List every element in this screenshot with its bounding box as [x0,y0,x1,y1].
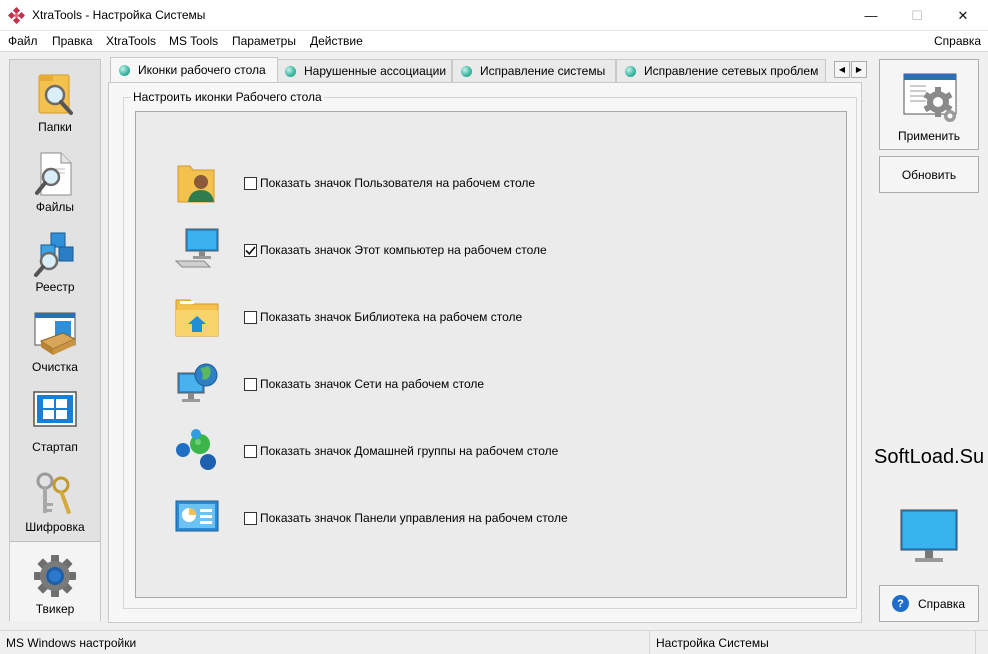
gear-icon [34,555,76,597]
menu-help[interactable]: Справка [934,34,981,48]
minimize-icon: — [864,8,878,23]
sidebar-item-label: Папки [38,120,72,134]
minimize-button[interactable]: — [848,0,894,31]
maximize-button[interactable]: ☐ [894,0,940,31]
option-row-library: Показать значок Библиотека на рабочем ст… [136,294,836,344]
status-bar: MS Windows настройки Настройка Системы [0,630,988,654]
tab-network-repair[interactable]: Исправление сетевых проблем [616,59,826,82]
menu-parameters[interactable]: Параметры [232,34,296,48]
tab-desktop-icons[interactable]: Иконки рабочего стола [110,57,278,82]
refresh-button[interactable]: Обновить [879,156,979,193]
tab-dot-icon [285,65,296,77]
close-icon: ✕ [957,7,969,23]
menu-ms-tools[interactable]: MS Tools [169,34,218,48]
apply-button-label: Применить [897,129,960,143]
monitor-icon [900,509,958,562]
checkbox-network[interactable] [244,378,257,391]
tab-control: Иконки рабочего стола Нарушенные ассоциа… [108,57,867,623]
option-row-homegroup: Показать значок Домашней группы на рабоч… [136,428,836,478]
folder-search-icon [38,74,73,115]
maximize-icon: ☐ [911,7,923,23]
windows-startup-icon [33,391,77,427]
status-left: MS Windows настройки [0,631,650,654]
sidebar: Папки Файлы Реестр Очистка Стартап Шифро… [9,59,101,621]
sidebar-item-folders[interactable]: Папки [10,60,100,140]
menu-action[interactable]: Действие [310,34,363,48]
network-globe-icon [177,363,218,402]
menu-file[interactable]: Файл [8,34,38,48]
tab-panel-desktop-icons: Настроить иконки Рабочего стола Показать… [108,82,862,623]
sidebar-item-label: Стартап [32,440,78,454]
sidebar-item-files[interactable]: Файлы [10,140,100,220]
sidebar-item-tweaker[interactable]: Твикер [10,541,100,621]
status-right: Настройка Системы [650,631,976,654]
user-folder-icon [177,165,215,203]
checkbox-label[interactable]: Показать значок Сети на рабочем столе [260,377,484,391]
sidebar-item-encryption[interactable]: Шифровка [10,460,100,540]
checkbox-label[interactable]: Показать значок Этот компьютер на рабоче… [260,243,547,257]
sidebar-item-label: Шифровка [25,520,85,534]
option-row-control-panel: Показать значок Панели управления на раб… [136,495,836,545]
keys-icon [36,472,72,515]
tab-label: Иконки рабочего стола [138,63,266,77]
tab-label: Исправление системы [480,64,606,78]
checkbox-homegroup[interactable] [244,445,257,458]
window-title: XtraTools - Настройка Системы [32,8,206,22]
control-panel-icon [175,500,219,532]
checkbox-control-panel[interactable] [244,512,257,525]
computer-icon [174,228,219,268]
arrow-right-icon: ▶ [855,65,863,74]
tab-scroll-right-button[interactable]: ▶ [851,61,867,78]
title-bar: XtraTools - Настройка Системы — ☐ ✕ [0,0,988,31]
sidebar-item-label: Очистка [32,360,78,374]
apply-button[interactable]: Применить [879,59,979,150]
menu-xtratools[interactable]: XtraTools [106,34,156,48]
help-button-label: Справка [918,597,966,611]
option-row-computer: Показать значок Этот компьютер на рабоче… [136,227,836,277]
tab-scroll-left-button[interactable]: ◀ [834,61,850,78]
menu-edit[interactable]: Правка [52,34,93,48]
option-row-network: Показать значок Сети на рабочем столе [136,361,836,411]
sidebar-item-startup[interactable]: Стартап [10,380,100,460]
sidebar-item-label: Файлы [35,200,75,214]
app-logo-icon [8,7,25,24]
help-icon: ? [892,595,909,612]
checkbox-library[interactable] [244,311,257,324]
file-search-icon [35,152,72,196]
option-row-user: Показать значок Пользователя на рабочем … [136,160,836,210]
group-title: Настроить иконки Рабочего стола [131,90,324,104]
check-mark-icon [245,246,256,255]
tab-dot-icon [461,65,472,77]
tab-label: Исправление сетевых проблем [644,64,819,78]
arrow-left-icon: ◀ [838,65,846,74]
checkbox-computer[interactable] [244,244,257,257]
tab-dot-icon [119,64,130,76]
tab-system-repair[interactable]: Исправление системы [452,59,616,82]
close-button[interactable]: ✕ [940,0,986,31]
sidebar-item-registry[interactable]: Реестр [10,220,100,300]
help-button[interactable]: ? Справка [879,585,979,622]
cleanup-box-icon [34,312,77,355]
tab-label: Нарушенные ассоциации [304,64,447,78]
registry-cubes-icon [34,232,74,277]
options-panel: Показать значок Пользователя на рабочем … [135,111,847,598]
sidebar-item-label: Реестр [35,280,75,294]
checkbox-label[interactable]: Показать значок Библиотека на рабочем ст… [260,310,522,324]
library-folder-icon [175,299,219,337]
desktop-icons-group: Настроить иконки Рабочего стола Показать… [123,90,857,609]
tab-broken-associations[interactable]: Нарушенные ассоциации [276,59,452,82]
sidebar-item-label: Твикер [35,602,75,616]
tab-dot-icon [625,65,636,77]
sidebar-item-cleanup[interactable]: Очистка [10,300,100,380]
settings-window-gear-icon [903,73,957,122]
refresh-button-label: Обновить [901,167,957,182]
watermark-text: SoftLoad.Su [874,446,985,468]
checkbox-label[interactable]: Показать значок Панели управления на раб… [260,511,568,525]
homegroup-icon [176,429,216,470]
checkbox-user[interactable] [244,177,257,190]
checkbox-label[interactable]: Показать значок Пользователя на рабочем … [260,176,535,190]
menu-bar: Файл Правка XtraTools MS Tools Параметры… [0,31,988,52]
checkbox-label[interactable]: Показать значок Домашней группы на рабоч… [260,444,558,458]
